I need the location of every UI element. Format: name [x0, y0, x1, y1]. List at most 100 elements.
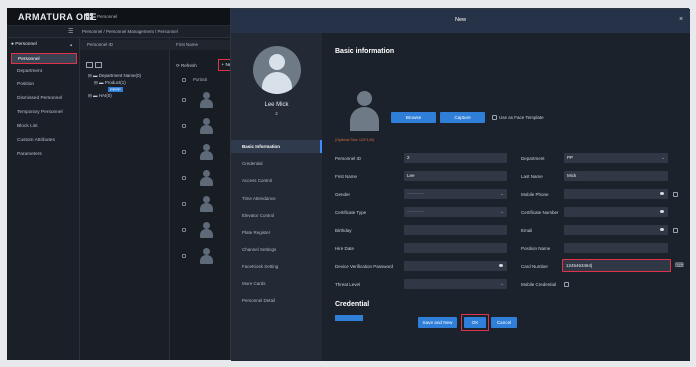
credential-tab-strip[interactable]	[335, 315, 363, 321]
refresh-button[interactable]: ⟳ Refresh	[176, 63, 197, 69]
apps-grid-icon[interactable]	[86, 13, 93, 20]
module-title: Personnel	[97, 14, 118, 19]
certificate-type-select[interactable]: ----------- ⌄	[404, 207, 507, 217]
portrait-icon	[200, 144, 213, 160]
row-checkbox[interactable]	[182, 98, 186, 102]
personnel-id-field[interactable]: 2	[404, 153, 507, 163]
photo-size-note: (Optimal Size 120*140)	[335, 138, 375, 142]
portrait-icon	[200, 248, 213, 264]
profile-pane: Lee Mick 2 Basic Information Credential …	[231, 33, 322, 361]
portrait-icon	[200, 196, 213, 212]
eye-icon[interactable]	[660, 228, 664, 231]
chevron-up-icon[interactable]: ▴	[70, 42, 72, 48]
nav-time-attendance[interactable]: Time Attendance	[231, 192, 322, 205]
gender-select[interactable]: ----------- ⌄	[404, 189, 507, 199]
form-pane: Basic information (Optimal Size 120*140)…	[322, 33, 690, 361]
row-checkbox[interactable]	[182, 254, 186, 258]
nav-access-control[interactable]: Access Control	[231, 174, 322, 187]
tree-node-hai[interactable]: ⊟ ▬ HAI(0)	[88, 93, 112, 99]
profile-id: 2	[275, 111, 278, 116]
new-personnel-dialog: New × Lee Mick 2 Basic Information Crede…	[230, 8, 690, 361]
row-checkbox[interactable]	[182, 124, 186, 128]
label-certificate-type: Certificate Type	[335, 210, 367, 215]
label-position-name: Position Name	[521, 246, 551, 251]
sidebar-item-department[interactable]: Department	[11, 66, 77, 77]
position-name-field[interactable]	[564, 243, 668, 253]
column-header: Personnel ID	[80, 40, 170, 50]
section-credential: Credential	[335, 301, 370, 308]
label-last-name: Last Name	[521, 174, 543, 179]
last-name-field[interactable]: Mick	[564, 171, 668, 181]
row-checkbox[interactable]	[182, 202, 186, 206]
label-gender: Gender	[335, 192, 351, 197]
capture-button[interactable]: Capture	[440, 112, 485, 123]
mobile-phone-field[interactable]	[564, 189, 668, 199]
sidebar-item-personnel[interactable]: Personnel	[11, 53, 77, 64]
ok-button[interactable]: OK	[464, 317, 486, 328]
label-personnel-id: Personnel ID	[335, 156, 362, 161]
certificate-number-field[interactable]	[564, 207, 668, 217]
label-mobile-phone: Mobile Phone	[521, 192, 549, 197]
row-checkbox[interactable]	[182, 150, 186, 154]
dialog-header: New ×	[231, 9, 690, 33]
card-number-field[interactable]: 1245463464|	[562, 259, 671, 272]
tree-node-selected[interactable]: PPPP	[108, 87, 123, 92]
tree-node-product[interactable]: ⊟ ▬ Product(1)	[94, 80, 126, 86]
nav-plate-register[interactable]: Plate Register	[231, 226, 322, 239]
sidebar-item-dismissed-personnel[interactable]: Dismissed Personnel	[11, 93, 77, 104]
portrait-icon	[200, 118, 213, 134]
sidebar-group-personnel[interactable]: ● Personnel	[11, 42, 37, 47]
photo-placeholder	[348, 90, 381, 133]
email-checkbox[interactable]	[673, 228, 678, 233]
nav-basic-information[interactable]: Basic Information	[231, 140, 322, 153]
menu-toggle-icon[interactable]: ☰	[68, 28, 73, 35]
profile-name: Lee Mick	[264, 102, 289, 108]
hire-date-field[interactable]	[404, 243, 507, 253]
label-first-name: First Name	[335, 174, 358, 179]
tree-node-root[interactable]: ⊟ ▬ Department Name(0)	[88, 73, 141, 79]
person-icon: ●	[11, 42, 14, 47]
nav-facekiosk-setting[interactable]: FaceKiosk Setting	[231, 260, 322, 273]
label-device-verification-password: Device Verification Password	[335, 264, 394, 269]
sidebar-item-position[interactable]: Position	[11, 79, 77, 90]
sidebar-item-custom-attributes[interactable]: Custom Attributes	[11, 135, 77, 146]
eye-icon[interactable]	[499, 264, 503, 267]
column-portrait: Portrait	[193, 77, 207, 82]
department-select[interactable]: PP ⌄	[564, 153, 668, 163]
sidebar-item-temporary-personnel[interactable]: Temporary Personnel	[11, 107, 77, 118]
breadcrumb: Personnel / Personnel Management / Perso…	[82, 29, 178, 34]
department-tree-panel: Personnel ID ⊟ ▬ Department Name(0) ⊟ ▬ …	[80, 38, 170, 360]
nav-personnel-detail[interactable]: Personnel Detail	[231, 294, 322, 307]
mobile-credential-checkbox[interactable]	[564, 282, 569, 287]
sidebar-item-block-list[interactable]: Block List	[11, 121, 77, 132]
card-reader-icon[interactable]: ⌨	[675, 262, 684, 269]
close-icon[interactable]: ×	[679, 16, 683, 23]
birthday-field[interactable]	[404, 225, 507, 235]
sidebar-item-parameters[interactable]: Parameters	[11, 149, 77, 160]
face-template-checkbox[interactable]	[492, 115, 497, 120]
mobile-phone-checkbox[interactable]	[673, 192, 678, 197]
collapse-all-icon[interactable]	[95, 62, 102, 68]
device-password-field[interactable]	[404, 261, 507, 271]
email-field[interactable]	[564, 225, 668, 235]
face-template-label: Use as Face Template	[499, 115, 544, 120]
browse-button[interactable]: Browse	[391, 112, 436, 123]
nav-elevator-control[interactable]: Elevator Control	[231, 209, 322, 222]
first-name-field[interactable]: Lee	[404, 171, 507, 181]
expand-all-icon[interactable]	[86, 62, 93, 68]
portrait-icon	[200, 222, 213, 238]
save-and-new-button[interactable]: Save and New	[418, 317, 457, 328]
nav-channel-settings[interactable]: Channel Settings	[231, 243, 322, 256]
cancel-button[interactable]: Cancel	[491, 317, 517, 328]
nav-credential[interactable]: Credential	[231, 157, 322, 170]
eye-icon[interactable]	[660, 210, 664, 213]
label-certificate-number: Certificate Number	[521, 210, 559, 215]
portrait-icon	[200, 92, 213, 108]
eye-icon[interactable]	[660, 192, 664, 195]
select-all-checkbox[interactable]	[182, 78, 186, 82]
label-card-number: Card Number	[521, 264, 549, 269]
threat-level-select[interactable]: ⌄	[404, 279, 507, 289]
row-checkbox[interactable]	[182, 176, 186, 180]
nav-more-cards[interactable]: More Cards	[231, 277, 322, 290]
row-checkbox[interactable]	[182, 228, 186, 232]
